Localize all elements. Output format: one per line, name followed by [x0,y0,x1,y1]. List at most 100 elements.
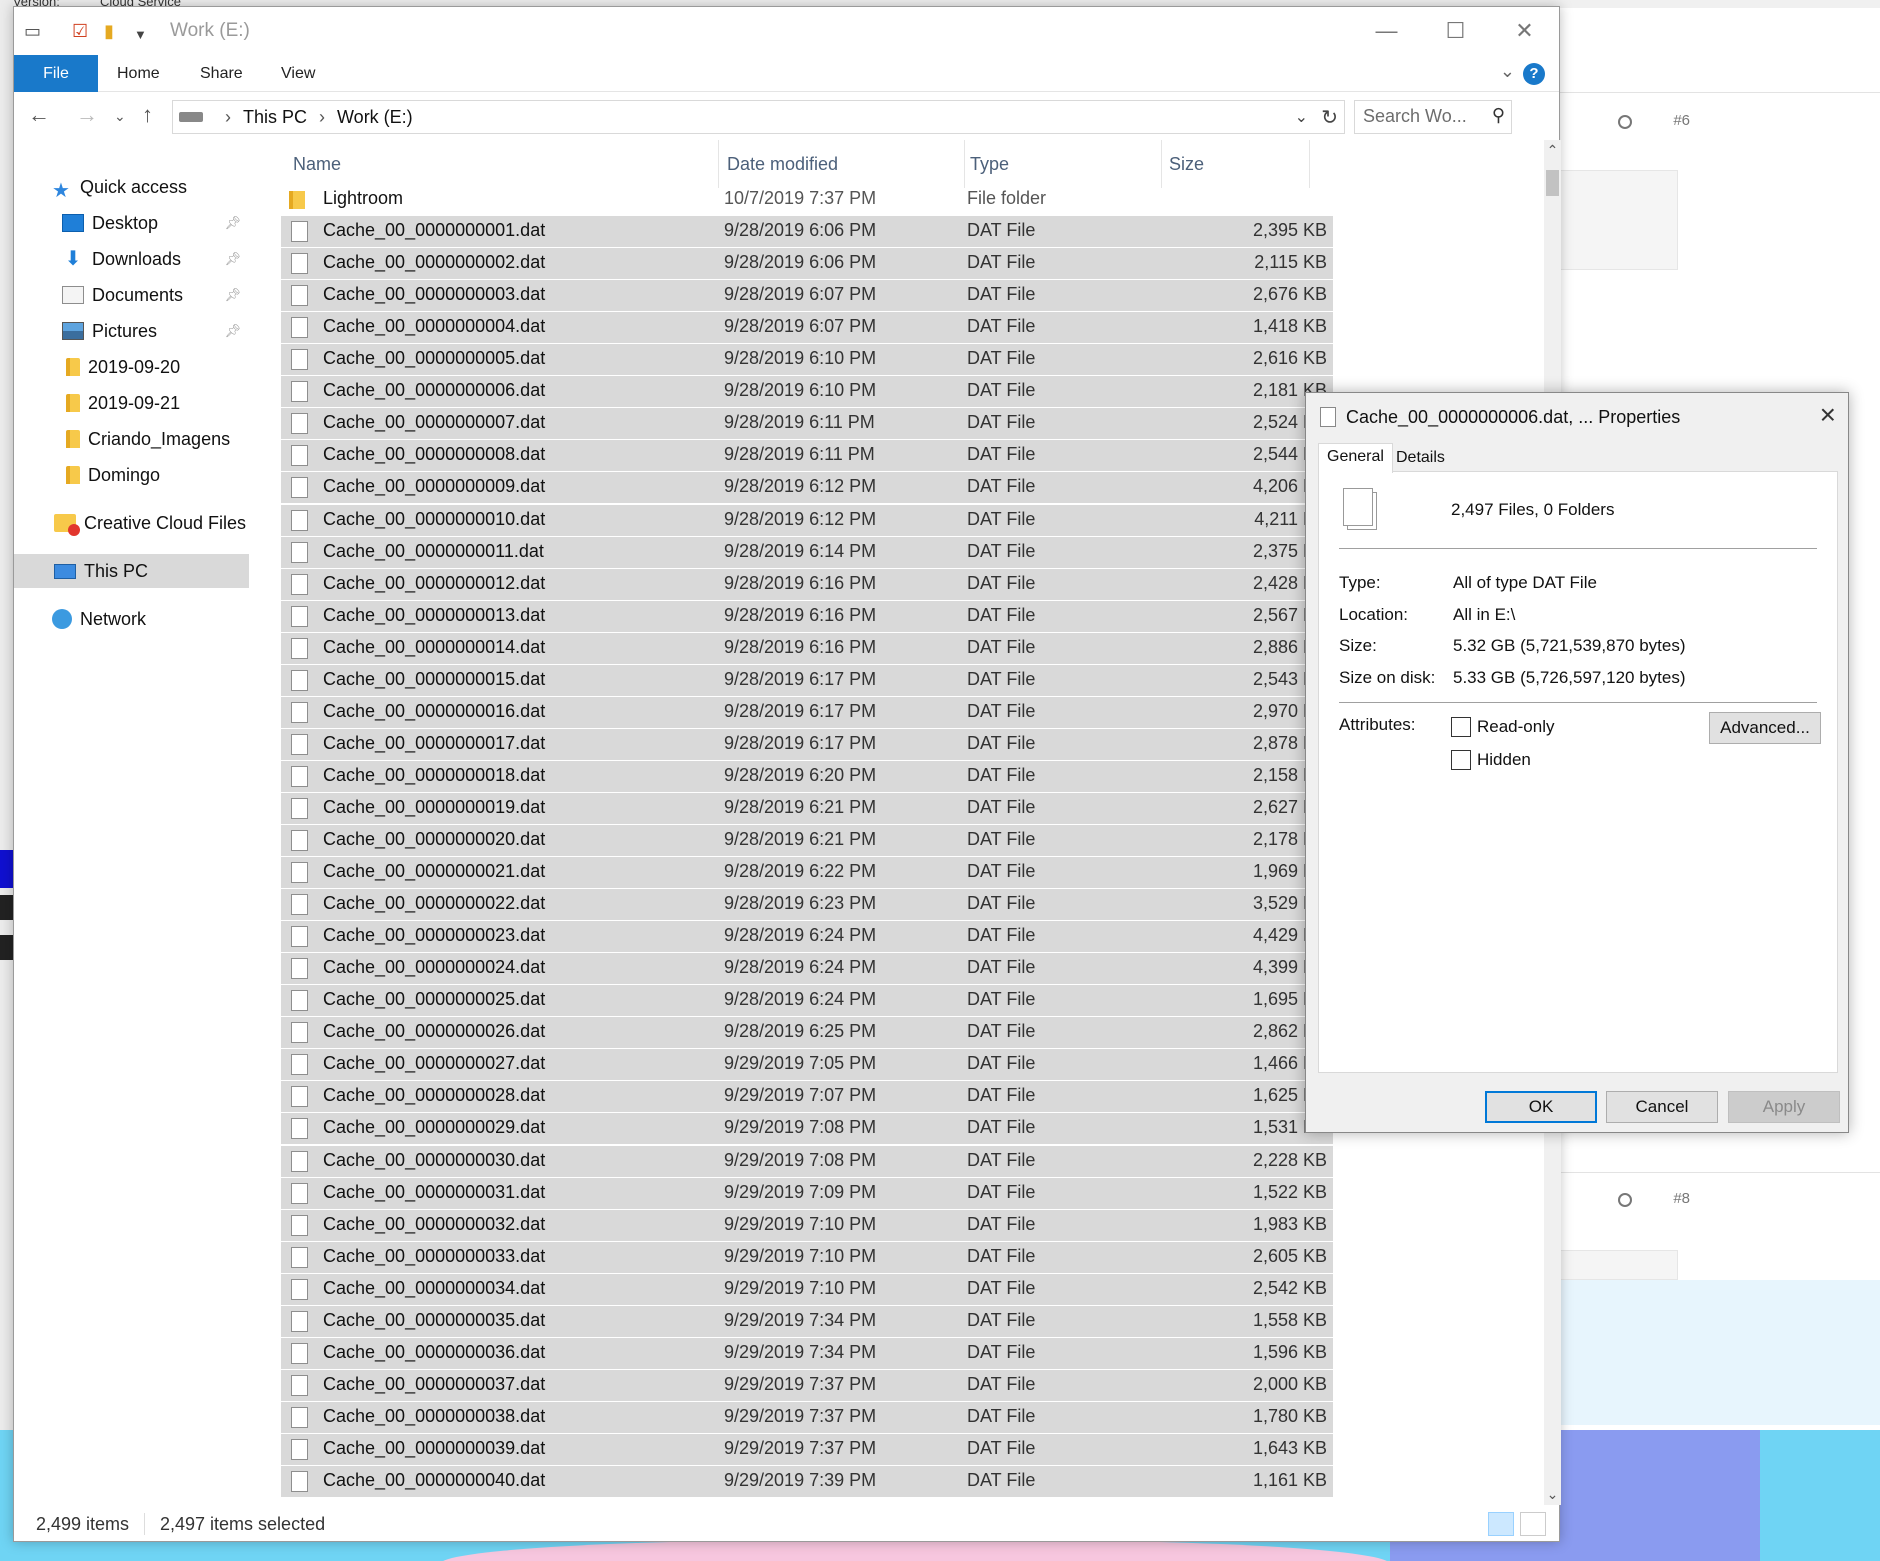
file-row[interactable]: Cache_00_0000000006.dat 9/28/2019 6:10 PM… [281,376,1333,409]
file-row[interactable]: Cache_00_0000000032.dat 9/29/2019 7:10 PM… [281,1209,1333,1242]
file-row[interactable]: Cache_00_0000000033.dat 9/29/2019 7:10 PM… [281,1241,1333,1274]
sidebar-item-desktop[interactable]: Desktop 📌︎ [14,206,249,240]
file-row[interactable]: Cache_00_0000000037.dat 9/29/2019 7:37 PM… [281,1369,1333,1402]
file-row[interactable]: Cache_00_0000000027.dat 9/29/2019 7:05 PM… [281,1049,1333,1082]
back-arrow-icon[interactable]: ← [28,102,50,128]
file-row[interactable]: Cache_00_0000000024.dat 9/28/2019 6:24 PM… [281,953,1333,986]
breadcrumb-chevron-icon[interactable]: › [225,107,231,128]
sidebar-item-domingo[interactable]: Domingo [14,458,249,492]
file-row[interactable]: Cache_00_0000000031.dat 9/29/2019 7:09 PM… [281,1177,1333,1210]
scrollbar-thumb[interactable] [1546,170,1559,196]
hidden-label[interactable]: Hidden [1477,750,1531,770]
file-row[interactable]: Cache_00_0000000030.dat 9/29/2019 7:08 PM… [281,1145,1333,1178]
close-button[interactable]: ✕ [1490,7,1559,55]
close-icon[interactable]: × [1820,399,1836,431]
minimize-button[interactable]: — [1352,7,1421,55]
up-arrow-icon[interactable]: ↑ [142,102,153,128]
background-post-number[interactable]: #6 [1673,112,1690,129]
cancel-button[interactable]: Cancel [1606,1091,1718,1123]
file-row[interactable]: Cache_00_0000000003.dat 9/28/2019 6:07 PM… [281,280,1333,313]
tab-home[interactable]: Home [117,55,160,92]
ok-button[interactable]: OK [1485,1091,1597,1123]
readonly-checkbox[interactable] [1451,717,1471,737]
file-row[interactable]: Cache_00_0000000001.dat 9/28/2019 6:06 PM… [281,216,1333,248]
address-dropdown-icon[interactable]: ⌄ [1295,107,1308,127]
recent-locations-chevron-icon[interactable]: ⌄ [114,108,126,125]
sidebar-item-documents[interactable]: Documents 📌︎ [14,278,249,312]
share-icon[interactable] [1618,115,1632,129]
customize-toolbar-icon[interactable]: ▼ [134,27,147,42]
breadcrumb-chevron-icon[interactable]: › [319,107,325,128]
file-row[interactable]: Cache_00_0000000010.dat 9/28/2019 6:12 PM… [281,504,1333,537]
file-row[interactable]: Cache_00_0000000034.dat 9/29/2019 7:10 PM… [281,1273,1333,1306]
tab-share[interactable]: Share [200,55,243,92]
sidebar-item-2019-09-20[interactable]: 2019-09-20 [14,350,249,384]
help-icon[interactable]: ? [1523,63,1545,85]
file-row[interactable]: Cache_00_0000000028.dat 9/29/2019 7:07 PM… [281,1081,1333,1114]
file-row[interactable]: Cache_00_0000000038.dat 9/29/2019 7:37 PM… [281,1401,1333,1434]
expand-ribbon-icon[interactable]: ⌄ [1500,61,1515,82]
sidebar-item-pictures[interactable]: Pictures 📌︎ [14,314,249,348]
readonly-label[interactable]: Read-only [1477,717,1555,737]
large-icons-view-icon[interactable] [1520,1512,1546,1536]
share-icon[interactable] [1618,1193,1632,1207]
pin-icon[interactable]: 📌︎ [224,323,241,339]
file-row[interactable]: Cache_00_0000000025.dat 9/28/2019 6:24 PM… [281,985,1333,1018]
scroll-up-icon[interactable]: ⌃ [1544,142,1561,159]
sidebar-item-criando-imagens[interactable]: Criando_Imagens [14,422,249,456]
file-row[interactable]: Cache_00_0000000013.dat 9/28/2019 6:16 PM… [281,600,1333,633]
sidebar-item-creative-cloud-files[interactable]: Creative Cloud Files [14,506,249,540]
file-row[interactable]: Cache_00_0000000002.dat 9/28/2019 6:06 PM… [281,248,1333,281]
details-view-icon[interactable] [1488,1512,1514,1536]
file-row[interactable]: Cache_00_0000000020.dat 9/28/2019 6:21 PM… [281,825,1333,857]
advanced-button[interactable]: Advanced... [1709,712,1821,744]
column-header-date-modified[interactable]: Date modified [727,140,838,188]
file-row[interactable]: Cache_00_0000000018.dat 9/28/2019 6:20 PM… [281,760,1333,793]
file-row[interactable]: Cache_00_0000000026.dat 9/28/2019 6:25 PM… [281,1017,1333,1050]
folder-row[interactable]: Lightroom 10/7/2019 7:37 PM File folder [281,184,1333,216]
file-row[interactable]: Cache_00_0000000039.dat 9/29/2019 7:37 PM… [281,1433,1333,1466]
search-input[interactable]: Search Wo... ⚲ [1354,100,1512,134]
pin-icon[interactable]: 📌︎ [224,215,241,231]
refresh-icon[interactable]: ↻ [1321,105,1338,130]
file-row[interactable]: Cache_00_0000000021.dat 9/28/2019 6:22 PM… [281,857,1333,889]
file-row[interactable]: Cache_00_0000000022.dat 9/28/2019 6:23 PM… [281,889,1333,922]
column-divider[interactable] [964,140,965,188]
file-row[interactable]: Cache_00_0000000017.dat 9/28/2019 6:17 PM… [281,728,1333,761]
file-row[interactable]: Cache_00_0000000012.dat 9/28/2019 6:16 PM… [281,568,1333,601]
file-row[interactable]: Cache_00_0000000035.dat 9/29/2019 7:34 PM… [281,1305,1333,1338]
tab-details[interactable]: Details [1388,445,1453,473]
column-header-type[interactable]: Type [970,140,1009,188]
sidebar-item-this-pc[interactable]: This PC [14,554,249,588]
breadcrumb-this-pc[interactable]: This PC [243,107,307,128]
column-divider[interactable] [1161,140,1162,188]
new-folder-quick-icon[interactable]: ▮ [104,21,114,42]
file-row[interactable]: Cache_00_0000000005.dat 9/28/2019 6:10 PM… [281,344,1333,377]
sidebar-item-quick-access[interactable]: ★ Quick access [14,170,249,204]
apply-button[interactable]: Apply [1728,1091,1840,1123]
tab-file[interactable]: File [14,55,98,92]
sidebar-item-network[interactable]: Network [14,602,249,636]
pin-icon[interactable]: 📌︎ [224,251,241,267]
file-row[interactable]: Cache_00_0000000014.dat 9/28/2019 6:16 PM… [281,632,1333,665]
background-post-number[interactable]: #8 [1673,1190,1690,1207]
scroll-down-icon[interactable]: ⌄ [1544,1486,1561,1503]
hidden-checkbox[interactable] [1451,750,1471,770]
column-header-name[interactable]: Name [293,140,341,188]
file-row[interactable]: Cache_00_0000000023.dat 9/28/2019 6:24 PM… [281,921,1333,954]
tab-general[interactable]: General [1318,443,1393,473]
column-divider[interactable] [718,140,719,188]
forward-arrow-icon[interactable]: → [76,102,98,128]
column-divider[interactable] [1309,140,1310,188]
column-header-size[interactable]: Size [1169,140,1204,188]
file-row[interactable]: Cache_00_0000000016.dat 9/28/2019 6:17 PM… [281,696,1333,729]
sidebar-item-downloads[interactable]: ⬇ Downloads 📌︎ [14,242,249,276]
file-row[interactable]: Cache_00_0000000019.dat 9/28/2019 6:21 PM… [281,792,1333,825]
breadcrumb-work-drive[interactable]: Work (E:) [337,107,413,128]
file-row[interactable]: Cache_00_0000000011.dat 9/28/2019 6:14 PM… [281,536,1333,569]
tab-view[interactable]: View [281,55,315,92]
maximize-button[interactable]: ☐ [1421,7,1490,55]
file-row[interactable]: Cache_00_0000000029.dat 9/29/2019 7:08 PM… [281,1113,1333,1146]
sidebar-item-2019-09-21[interactable]: 2019-09-21 [14,386,249,420]
file-row[interactable]: Cache_00_0000000004.dat 9/28/2019 6:07 PM… [281,312,1333,345]
